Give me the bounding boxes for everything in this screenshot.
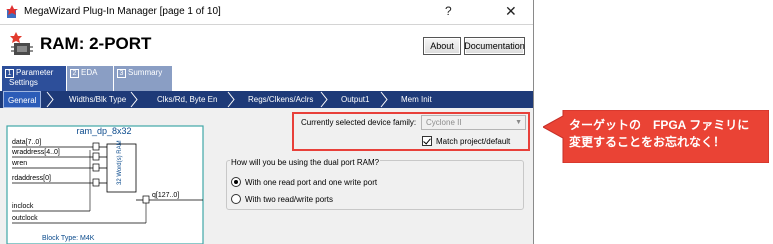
step-output1[interactable]: Output1 [341, 91, 369, 108]
step-mem-init[interactable]: Mem Init [401, 91, 432, 108]
chevron-right-icon [227, 91, 235, 108]
window-title: MegaWizard Plug-In Manager [page 1 of 10… [24, 6, 221, 17]
radio-label: With two read/write ports [245, 194, 334, 204]
radio-one-read-one-write[interactable] [231, 177, 241, 187]
chip-wizard-icon [10, 32, 33, 55]
diagram-title: ram_dp_8x32 [76, 126, 131, 136]
tab-summary[interactable]: 3 Summary [114, 66, 172, 91]
about-button[interactable]: About [423, 37, 461, 55]
step-navigation: General Widths/Blk Type Clks/Rd, Byte En… [0, 91, 533, 108]
step-general[interactable]: General [3, 91, 42, 108]
radio-label: With one read port and one write port [245, 177, 378, 187]
ram-core-label: 32 Word(s) RAM [117, 140, 123, 185]
two-read-write-option[interactable]: With two read/write ports [231, 194, 333, 204]
port-q: q[127..0] [152, 192, 179, 199]
wizard-header: RAM: 2-PORT About Documentation [0, 24, 533, 64]
tab-number: 2 [70, 69, 79, 78]
highlight-frame [292, 112, 530, 151]
page-title: RAM: 2-PORT [40, 34, 152, 53]
chevron-right-icon [46, 91, 54, 108]
help-button[interactable]: ? [445, 4, 452, 18]
documentation-button[interactable]: Documentation [464, 37, 525, 55]
tab-bar: 1 Parameter Settings 2 EDA 3 Summary [0, 64, 533, 91]
step-regs-clkens-aclrs[interactable]: Regs/Clkens/Aclrs [248, 91, 313, 108]
ram-block-diagram: ram_dp_8x32 32 Word(s) RAM data[7..0] wr… [6, 125, 204, 244]
tab-number: 3 [117, 69, 126, 78]
step-clks-rd-byte-en[interactable]: Clks/Rd, Byte En [157, 91, 217, 108]
port-rdaddress: rdaddress[0] [12, 175, 51, 182]
chevron-right-icon [380, 91, 388, 108]
close-button[interactable]: ✕ [505, 3, 517, 20]
one-read-one-write-option[interactable]: With one read port and one write port [231, 177, 377, 187]
radio-two-read-write[interactable] [231, 194, 241, 204]
tab-label: Summary [128, 68, 163, 77]
block-type-label: Block Type: M4K [42, 235, 95, 242]
usage-question: How will you be using the dual port RAM? [230, 158, 381, 167]
tab-eda[interactable]: 2 EDA [67, 66, 113, 91]
tab-label: EDA [81, 68, 98, 77]
tab-label-second-line: Settings [9, 78, 38, 87]
wizard-icon [6, 5, 18, 18]
port-data: data[7..0] [12, 139, 41, 146]
callout-line-2: 変更することをお忘れなく！ [569, 135, 726, 149]
callout-note: ターゲットの FPGA ファミリに 変更することをお忘れなく！ [569, 117, 765, 151]
tab-parameter-settings[interactable]: 1 Parameter Settings [2, 66, 66, 91]
port-wraddress: wraddress[4..0] [11, 149, 60, 156]
port-outclock: outclock [12, 215, 38, 222]
tab-number: 1 [5, 69, 14, 78]
port-inclock: inclock [12, 203, 34, 210]
title-bar: MegaWizard Plug-In Manager [page 1 of 10… [0, 0, 533, 24]
port-wren: wren [11, 160, 27, 167]
callout-line-1: ターゲットの FPGA ファミリに [569, 118, 750, 132]
parameter-page: ram_dp_8x32 32 Word(s) RAM data[7..0] wr… [0, 108, 533, 244]
step-widths-blk-type[interactable]: Widths/Blk Type [69, 91, 126, 108]
megawizard-window: MegaWizard Plug-In Manager [page 1 of 10… [0, 0, 534, 244]
tab-label: Parameter [16, 68, 54, 77]
chevron-right-icon [320, 91, 328, 108]
chevron-right-icon [130, 91, 138, 108]
